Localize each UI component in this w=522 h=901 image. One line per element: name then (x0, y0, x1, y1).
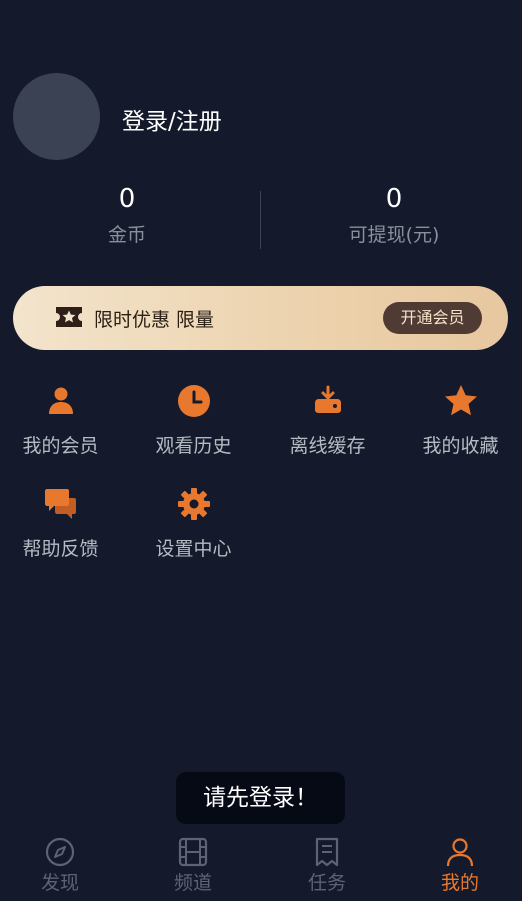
menu-item-my-favorites[interactable]: 我的收藏 (394, 383, 522, 473)
menu-item-label: 我的会员 (22, 435, 99, 457)
open-membership-button[interactable]: 开通会员 (383, 302, 482, 334)
login-register-link[interactable]: 登录/注册 (122, 102, 222, 136)
menu-item-settings-center[interactable]: 设置中心 (127, 486, 260, 576)
tab-label: 频道 (173, 872, 212, 894)
vip-ticket-icon (54, 305, 84, 333)
menu-item-label: 观看历史 (155, 435, 232, 457)
vip-promo-banner[interactable]: 限时优惠 限量 开通会员 (13, 286, 508, 350)
menu-item-offline-cache[interactable]: 离线缓存 (261, 383, 394, 473)
login-required-toast: 请先登录！ (176, 772, 345, 824)
stats-divider (260, 191, 261, 249)
tab-label: 发现 (40, 872, 79, 894)
tab-discover[interactable]: 发现 (0, 833, 120, 899)
menu-item-help-feedback[interactable]: 帮助反馈 (0, 486, 127, 576)
menu-item-label: 离线缓存 (289, 435, 366, 457)
download-icon (310, 383, 346, 419)
member-icon (43, 383, 79, 419)
tab-channels[interactable]: 频道 (133, 833, 253, 899)
coins-value: 0 (118, 184, 136, 214)
tab-label: 我的 (440, 872, 479, 894)
cash-value: 0 (385, 184, 403, 214)
menu-item-watch-history[interactable]: 观看历史 (127, 383, 260, 473)
menu-item-label: 帮助反馈 (22, 538, 99, 560)
coins-label: 金币 (107, 224, 146, 246)
tab-label: 任务 (307, 872, 346, 894)
menu-item-my-membership[interactable]: 我的会员 (0, 383, 127, 473)
coins-stat[interactable]: 0 金币 (27, 182, 227, 247)
star-icon (443, 383, 479, 419)
user-icon (444, 836, 476, 868)
cash-label: 可提现(元) (348, 224, 440, 246)
film-icon (177, 836, 209, 868)
chat-icon (43, 486, 79, 522)
menu-item-label: 设置中心 (155, 538, 232, 560)
tab-tasks[interactable]: 任务 (267, 833, 387, 899)
compass-icon (44, 836, 76, 868)
menu-item-label: 我的收藏 (422, 435, 499, 457)
task-icon (311, 836, 343, 868)
clock-icon (176, 383, 212, 419)
promo-text: 限时优惠 限量 (94, 309, 215, 331)
avatar[interactable] (13, 73, 100, 160)
cash-stat[interactable]: 0 可提现(元) (294, 182, 494, 247)
gear-icon (176, 486, 212, 522)
tab-mine[interactable]: 我的 (400, 833, 520, 899)
